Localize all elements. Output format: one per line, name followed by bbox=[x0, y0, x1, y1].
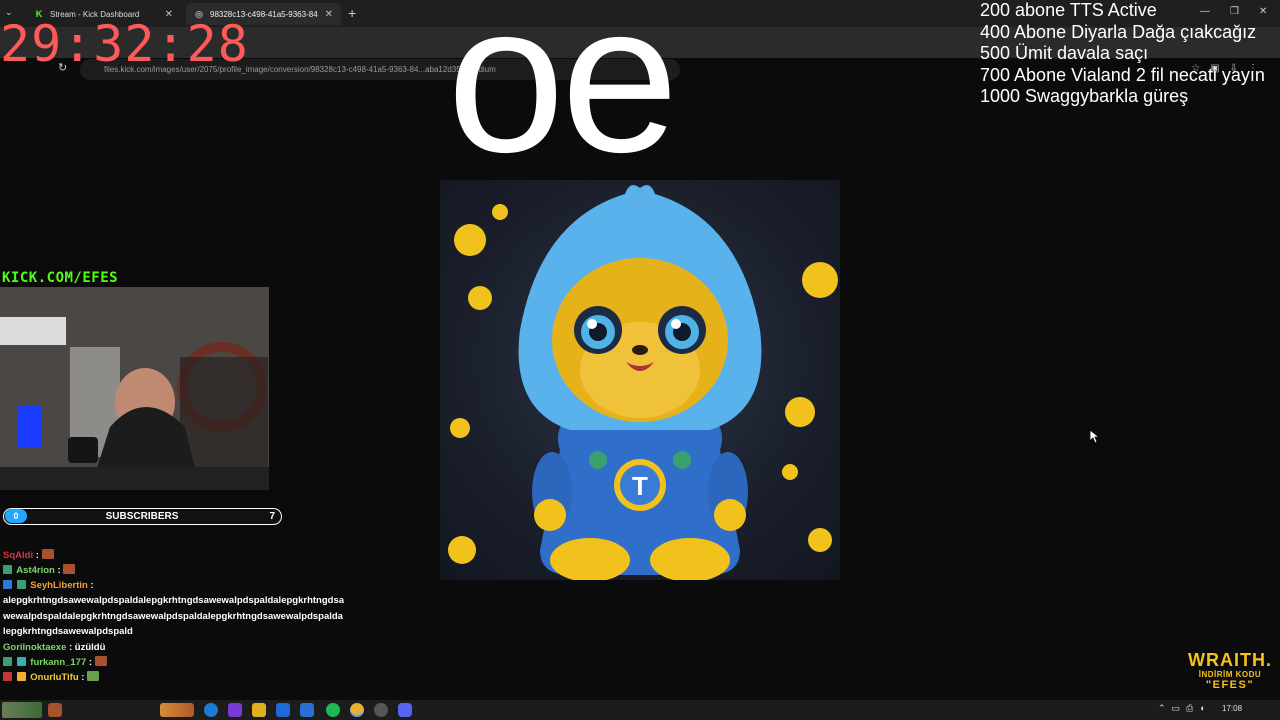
webcam-scene bbox=[0, 287, 269, 490]
badge-icon bbox=[16, 580, 26, 589]
chat-username: Gorilnoktaexe bbox=[3, 641, 67, 653]
taskbar-start-widget[interactable] bbox=[2, 702, 42, 718]
webcam-feed bbox=[0, 287, 269, 490]
chat-message: SqAldi : bbox=[3, 548, 348, 563]
chat-message: OnurluTifu : bbox=[3, 670, 348, 685]
chat-overlay: SqAldi : Ast4rion : SeyhLibertin : alepg… bbox=[3, 548, 348, 685]
subscribers-goal: 7 bbox=[269, 511, 275, 522]
chat-message-long: alepgkrhtngdsawewalpdspaldalepgkrhtngdsa… bbox=[3, 595, 345, 637]
store-icon[interactable] bbox=[300, 703, 314, 717]
badge-icon bbox=[16, 656, 26, 666]
goal-item: 500 Ümit davala saçı bbox=[980, 43, 1149, 63]
chat-text: : bbox=[57, 565, 61, 576]
taskbar-app-icon[interactable] bbox=[48, 703, 62, 717]
taskbar-app-icon[interactable] bbox=[160, 703, 194, 717]
chat-message: SeyhLibertin : bbox=[3, 578, 348, 593]
chat-message: Gorilnoktaexe : üzüldü bbox=[3, 640, 348, 655]
svg-text:T: T bbox=[632, 471, 648, 501]
chat-username: OnurluTifu bbox=[30, 671, 79, 683]
chat-message: Ast4rion : bbox=[3, 563, 348, 578]
chrome-icon[interactable] bbox=[350, 703, 364, 717]
edge-icon[interactable] bbox=[204, 703, 218, 717]
chat-text: : bbox=[81, 671, 85, 683]
chat-username: furkann_177 bbox=[30, 656, 87, 668]
taskbar-app-icon[interactable] bbox=[228, 703, 242, 717]
emote-icon bbox=[94, 655, 107, 666]
goal-item: 1000 Swaggybarkla güreş bbox=[980, 86, 1189, 106]
chat-username: SqAldi bbox=[3, 550, 34, 561]
chat-message: furkann_177 : bbox=[3, 655, 348, 670]
taskbar-clock: 17:08 bbox=[1222, 704, 1243, 713]
mouse-cursor-icon bbox=[1090, 430, 1100, 444]
goal-item: 700 Abone Vialand 2 fil necati yayın bbox=[980, 64, 1265, 85]
mascot-illustration: T bbox=[448, 185, 838, 580]
mail-icon[interactable] bbox=[276, 703, 290, 717]
chat-text: : bbox=[88, 656, 93, 668]
discord-icon[interactable] bbox=[398, 703, 412, 717]
badge-icon bbox=[3, 565, 12, 574]
subscribers-progress-bar: 0 SUBSCRIBERS 7 bbox=[3, 508, 282, 525]
chat-text: : bbox=[35, 550, 39, 561]
overlay-big-text: oe bbox=[447, 0, 679, 196]
sponsor-code: "EFES" bbox=[1205, 679, 1255, 691]
chat-text: : bbox=[90, 580, 94, 591]
system-tray-icons[interactable]: ⌃▭⎙◖ bbox=[1158, 703, 1211, 714]
spotify-icon[interactable] bbox=[326, 703, 340, 717]
kick-channel-tag: KICK.COM/EFES bbox=[2, 270, 119, 286]
badge-icon bbox=[3, 671, 12, 681]
badge-icon bbox=[16, 671, 26, 681]
goal-item: 400 Abone Diyarla Dağa çıakcağız bbox=[980, 21, 1257, 42]
emote-icon bbox=[87, 670, 100, 681]
profile-image-mascot: T bbox=[440, 180, 840, 580]
sponsor-code-label: İNDİRİM KODU bbox=[1198, 670, 1262, 679]
chat-username: SeyhLibertin bbox=[30, 580, 88, 591]
subscriber-goals-list: 200 abone TTS Active 400 Abone Diyarla D… bbox=[980, 0, 1265, 108]
chat-text: : üzüldü bbox=[69, 641, 106, 653]
emote-icon bbox=[63, 564, 76, 574]
badge-icon bbox=[3, 580, 12, 589]
folder-icon[interactable] bbox=[252, 703, 266, 717]
tab-close-icon[interactable]: ✕ bbox=[325, 9, 333, 20]
chat-username: Ast4rion bbox=[16, 565, 55, 576]
sponsor-brand: WRAITH. bbox=[1188, 650, 1272, 670]
emote-icon bbox=[41, 549, 54, 559]
subscribers-label: SUBSCRIBERS bbox=[105, 511, 179, 522]
obs-icon[interactable] bbox=[374, 703, 388, 717]
sponsor-badge: WRAITH. İNDİRİM KODU "EFES" bbox=[1184, 650, 1276, 691]
stream-timer: 29:32:28 bbox=[0, 15, 249, 73]
goal-item: 200 abone TTS Active bbox=[980, 0, 1157, 20]
new-tab-button[interactable]: + bbox=[348, 5, 356, 21]
badge-icon bbox=[3, 656, 12, 666]
